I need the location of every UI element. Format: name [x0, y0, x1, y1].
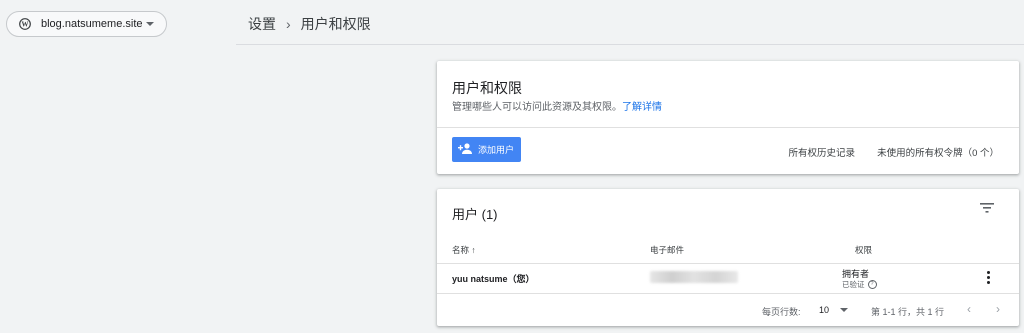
- rows-per-page-label: 每页行数:: [762, 307, 801, 317]
- next-page-icon[interactable]: ›: [996, 302, 1000, 316]
- users-permissions-card: 用户和权限 管理哪些人可以访问此资源及其权限。了解详情 添加用户 所有权历史记录…: [437, 61, 1019, 174]
- breadcrumb: 设置 › 用户和权限: [248, 14, 371, 34]
- users-list-title: 用户 (1): [452, 207, 498, 222]
- column-header-permission: 权限: [855, 245, 873, 255]
- column-name-label: 名称: [452, 245, 470, 255]
- table-header: 名称 ↑ 电子邮件 权限: [437, 239, 1019, 264]
- card-subtitle: 管理哪些人可以访问此资源及其权限。了解详情: [452, 98, 662, 113]
- site-name: blog.natsumeme.site: [41, 18, 143, 30]
- site-selector[interactable]: W blog.natsumeme.site: [6, 11, 167, 37]
- filter-icon[interactable]: [979, 201, 995, 215]
- person-add-icon: [458, 143, 472, 156]
- card-subtitle-text: 管理哪些人可以访问此资源及其权限。: [452, 102, 622, 113]
- rows-per-page-select[interactable]: 10: [819, 305, 829, 315]
- add-user-label: 添加用户: [478, 145, 515, 155]
- user-name: yuu natsume（您）: [452, 274, 535, 284]
- sidebar: W blog.natsumeme.site: [0, 0, 236, 333]
- svg-text:W: W: [22, 20, 29, 28]
- sort-arrow-icon: ↑: [471, 245, 476, 255]
- page-header: 设置 › 用户和权限: [236, 0, 1024, 45]
- breadcrumb-settings[interactable]: 设置: [248, 14, 276, 34]
- chevron-down-icon[interactable]: [840, 308, 848, 312]
- breadcrumb-separator-icon: ›: [286, 16, 291, 32]
- column-header-email: 电子邮件: [650, 245, 685, 255]
- column-header-name[interactable]: 名称 ↑: [452, 244, 476, 256]
- wordpress-icon: W: [19, 18, 31, 30]
- learn-more-link[interactable]: 了解详情: [622, 102, 662, 113]
- divider: [437, 127, 1019, 128]
- ownership-history-link[interactable]: 所有权历史记录: [789, 145, 856, 159]
- unused-tokens-link[interactable]: 未使用的所有权令牌（0 个）: [877, 145, 999, 159]
- card-links: 所有权历史记录 未使用的所有权令牌（0 个）: [789, 145, 999, 159]
- breadcrumb-current: 用户和权限: [300, 16, 371, 32]
- prev-page-icon[interactable]: ‹: [967, 302, 971, 316]
- verification-status: 已验证 ?: [842, 279, 877, 290]
- more-vert-icon[interactable]: [987, 271, 991, 284]
- users-list-card: 用户 (1) 名称 ↑ 电子邮件 权限 yuu natsume（您） 拥有者 已…: [437, 189, 1019, 326]
- pagination: 每页行数: 10 第 1-1 行，共 1 行 ‹ ›: [437, 293, 1019, 326]
- add-user-button[interactable]: 添加用户: [452, 137, 521, 162]
- card-title: 用户和权限: [452, 80, 522, 96]
- user-email-redacted: [650, 271, 738, 283]
- chevron-down-icon: [146, 22, 154, 26]
- help-icon[interactable]: ?: [867, 280, 877, 289]
- page-range: 第 1-1 行，共 1 行: [871, 307, 945, 317]
- verification-status-text: 已验证: [842, 280, 865, 289]
- table-row[interactable]: yuu natsume（您） 拥有者 已验证 ?: [437, 263, 1019, 294]
